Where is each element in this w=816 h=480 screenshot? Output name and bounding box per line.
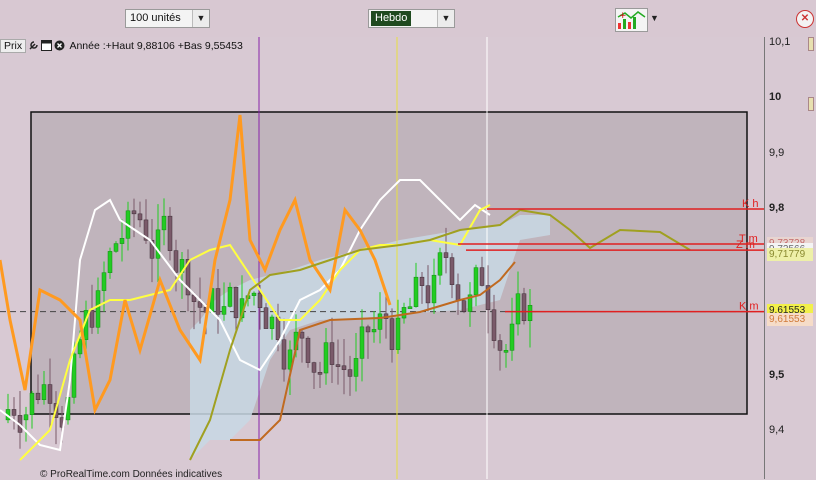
candle-body: [131, 210, 137, 215]
candle-body: [455, 284, 461, 301]
candle-body: [371, 329, 377, 333]
candle-body: [359, 326, 365, 359]
chart-legend: Prix Année :+Haut 9,88106 +Bas 9,55453: [0, 38, 243, 54]
indicators-button[interactable]: +: [615, 8, 648, 32]
candle-body: [377, 313, 383, 330]
candle-body: [449, 257, 455, 285]
price-chart[interactable]: K hT mZ mK m: [0, 37, 764, 479]
candle-body: [107, 251, 113, 273]
candle-body: [497, 340, 503, 351]
candle-body: [41, 384, 47, 400]
candle-body: [113, 243, 119, 252]
candle-body: [437, 252, 443, 276]
indicators-menu-arrow[interactable]: ▼: [650, 13, 659, 23]
candle-body: [419, 276, 425, 286]
candle-body: [101, 272, 107, 291]
candle-body: [227, 286, 233, 307]
candle-body: [491, 309, 497, 341]
candle-body: [77, 339, 83, 355]
indicators-icon: +: [617, 11, 646, 29]
close-circle-icon[interactable]: [54, 40, 65, 51]
candle-body: [389, 318, 395, 350]
candle-body: [263, 307, 269, 329]
candle-body: [269, 316, 275, 329]
units-value: 100 unités: [130, 12, 181, 24]
axis-price-label: 9,71779: [767, 247, 813, 261]
candle-body: [137, 213, 143, 221]
candle-body: [173, 250, 179, 273]
chart-area[interactable]: K hT mZ mK m: [0, 37, 764, 479]
svg-text:+: +: [619, 11, 627, 21]
candle-body: [347, 369, 353, 377]
candle-body: [527, 305, 533, 322]
side-marker[interactable]: [808, 97, 814, 111]
candle-body: [215, 288, 221, 315]
candle-body: [473, 267, 479, 296]
candle-body: [521, 293, 527, 322]
prix-label[interactable]: Prix: [0, 39, 27, 53]
candle-body: [119, 238, 125, 244]
candle-body: [323, 342, 329, 374]
candle-body: [167, 215, 173, 251]
level-label: K h: [742, 198, 759, 210]
candle-body: [407, 306, 413, 309]
candle-body: [515, 293, 521, 325]
candle-body: [311, 362, 317, 373]
units-dropdown[interactable]: 100 unités ▼: [125, 9, 210, 28]
candle-body: [29, 392, 35, 415]
candle-body: [479, 267, 485, 286]
candle-body: [509, 323, 515, 351]
candle-body: [329, 342, 335, 365]
axis-tick-label: 9,9: [769, 146, 785, 159]
candle-body: [317, 372, 323, 375]
axis-tick-label: 9,5: [769, 368, 785, 381]
candle-body: [161, 215, 167, 231]
candle-body: [95, 290, 101, 328]
candle-body: [11, 409, 17, 416]
candle-body: [365, 326, 371, 333]
candle-body: [221, 306, 227, 315]
source-text: © ProRealTime.com Données indicatives: [40, 469, 223, 480]
candle-body: [251, 292, 257, 296]
candle-body: [89, 310, 95, 328]
axis-tick-label: 10,1: [769, 35, 791, 48]
candle-body: [35, 392, 41, 400]
candle-body: [23, 414, 29, 421]
candle-body: [431, 274, 437, 304]
candle-body: [353, 358, 359, 377]
side-marker[interactable]: [808, 37, 814, 51]
axis-tick-label: 9,8: [769, 202, 785, 214]
legend-text: Année :+Haut 9,88106 +Bas 9,55453: [69, 40, 243, 52]
candle-body: [443, 252, 449, 258]
candle-body: [257, 292, 263, 308]
level-label: Z m: [736, 239, 755, 251]
level-label: K m: [739, 301, 759, 313]
candle-body: [425, 285, 431, 304]
candle-body: [47, 384, 53, 404]
axis-tick-label: 10: [769, 91, 782, 103]
toolbar: 100 unités ▼ Hebdo ▼ + ▼ ✕: [0, 0, 816, 37]
candle-body: [305, 337, 311, 363]
period-dropdown[interactable]: Hebdo ▼: [368, 9, 455, 28]
candle-body: [299, 331, 305, 339]
candle-body: [413, 276, 419, 307]
candle-body: [281, 339, 287, 370]
candle-body: [341, 365, 347, 370]
chevron-down-icon: ▼: [192, 10, 209, 27]
period-value: Hebdo: [371, 11, 412, 26]
candle-body: [503, 350, 509, 353]
candle-body: [461, 300, 467, 312]
close-icon[interactable]: ✕: [796, 10, 814, 28]
candle-body: [401, 307, 407, 319]
chevron-down-icon: ▼: [437, 10, 454, 27]
candle-body: [335, 364, 341, 367]
candle-body: [395, 317, 401, 350]
wrench-icon[interactable]: [28, 40, 39, 51]
axis-price-label: 9,61553: [767, 312, 813, 326]
axis-tick-label: 9,4: [769, 424, 785, 436]
candle-body: [233, 286, 239, 319]
window-icon[interactable]: [41, 40, 53, 51]
